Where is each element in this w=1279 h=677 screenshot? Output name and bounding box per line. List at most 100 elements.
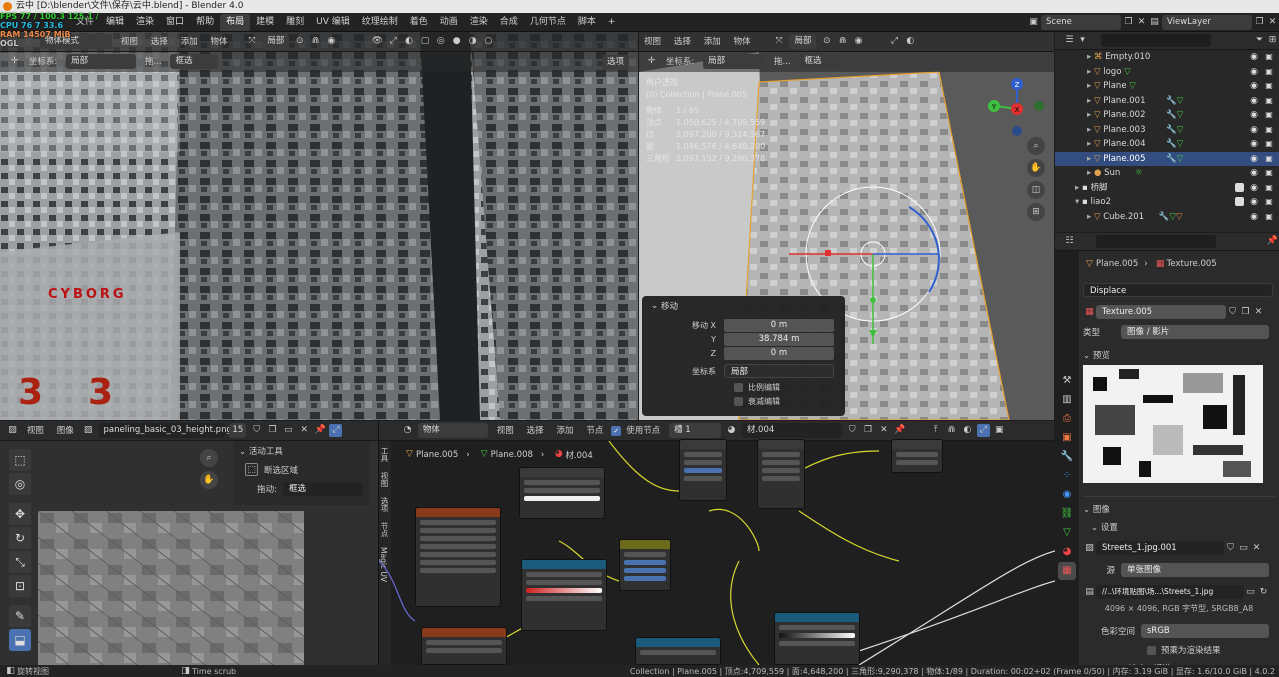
material-name-field[interactable]: 材.004	[741, 423, 842, 438]
outliner-row[interactable]: ▸ ▽ logo ▽ ◉ ▣	[1055, 65, 1279, 80]
select-box-dropdown[interactable]: 框选	[799, 54, 842, 69]
data-tab-icon[interactable]: ▽	[1058, 524, 1076, 542]
node-box[interactable]	[421, 627, 507, 665]
outliner-search[interactable]	[1101, 34, 1211, 47]
overlay-icon[interactable]: ◐	[403, 35, 416, 48]
outliner-row[interactable]: ▸ ⌘ Empty.010 ◉ ▣	[1055, 50, 1279, 65]
outliner-row[interactable]: ▸ ▽ Cube.201 🔧▽▽ ◉ ▣	[1055, 210, 1279, 225]
outliner-row[interactable]: ▸ ▽ Plane.004 🔧▽ ◉ ▣	[1055, 137, 1279, 152]
node-box[interactable]	[774, 612, 860, 665]
checkbox-box[interactable]	[734, 383, 743, 392]
menu-view[interactable]: 视图	[639, 32, 666, 51]
camera-icon[interactable]: ▣	[1264, 183, 1274, 193]
premul-checkbox[interactable]: 预乘为渲染结果	[1147, 644, 1275, 656]
tab-sculpting[interactable]: 雕刻	[280, 14, 310, 31]
fake-user-icon[interactable]: ⛉	[1224, 542, 1237, 555]
tab-rendering[interactable]: 渲染	[464, 14, 494, 31]
orient-dropdown[interactable]: 局部	[724, 364, 834, 378]
gizmo-icon[interactable]: ⤢	[976, 424, 990, 437]
viewlayer-selector[interactable]: ViewLayer	[1162, 14, 1252, 30]
tab-shading[interactable]: 着色	[404, 14, 434, 31]
transform-tool-icon[interactable]: ⊡	[9, 575, 31, 597]
close-icon[interactable]: ✕	[1135, 16, 1148, 29]
texture-name-field[interactable]: Texture.005	[1096, 305, 1226, 319]
viewport-right[interactable]: 视图 选择 添加 物体 ⤧ 局部 ⊙ ⋒ ◉ ⤢ ◐ ✛ 坐标系: 局部 拖..…	[639, 32, 1054, 420]
camera-icon[interactable]: ▣	[1264, 110, 1274, 120]
parent-node-icon[interactable]: ⤒	[929, 424, 942, 437]
outliner-row[interactable]: ▸ ▽ Plane ▽ ◉ ▣	[1055, 79, 1279, 94]
slot-dropdown[interactable]: 槽 1	[669, 423, 722, 438]
coord-dropdown[interactable]: 局部	[66, 54, 137, 69]
copy-icon[interactable]: ❐	[862, 424, 875, 437]
node-box[interactable]	[891, 439, 943, 473]
image-browse-icon[interactable]: ▨	[82, 424, 95, 437]
fake-user-icon[interactable]: ⛉	[846, 424, 859, 437]
outliner-row[interactable]: ▸ ● Sun ☼ ◉ ▣	[1055, 166, 1279, 181]
move-tool-icon[interactable]: ✥	[9, 503, 31, 525]
image-name-field[interactable]: paneling_basic_03_height.png	[98, 423, 232, 438]
snap-icon[interactable]: ⋒	[836, 35, 849, 48]
image-panel-header[interactable]: ⌄ 图像	[1083, 496, 1275, 515]
menu-help[interactable]: 帮助	[190, 13, 220, 32]
outliner-row[interactable]: ▸ ▽ Plane.002 🔧▽ ◉ ▣	[1055, 108, 1279, 123]
menu-window[interactable]: 窗口	[160, 13, 190, 32]
tab-layout[interactable]: 布局	[220, 14, 251, 31]
operator-title[interactable]: ⌄ 移动	[648, 300, 839, 313]
gizmo-icon[interactable]: ⤢	[329, 424, 343, 437]
eye-icon[interactable]: ◉	[1249, 183, 1259, 193]
menu-add[interactable]: 添加	[552, 421, 579, 440]
menu-render[interactable]: 渲染	[130, 13, 160, 32]
tab-scripting[interactable]: 脚本	[572, 14, 602, 31]
node-box[interactable]	[635, 637, 721, 665]
fake-user-icon[interactable]: ⛉	[1226, 306, 1239, 319]
tool-tab-icon[interactable]: ⚒	[1058, 372, 1076, 390]
render-tab-icon[interactable]: ▥	[1058, 391, 1076, 409]
pin-icon[interactable]: 📌	[893, 424, 906, 437]
open-image-icon[interactable]: ▭	[282, 424, 295, 437]
close-icon[interactable]: ✕	[1250, 542, 1263, 555]
filter-icon[interactable]: ⏷	[1253, 34, 1266, 47]
close-icon[interactable]: ✕	[1266, 16, 1279, 29]
overlay-icon[interactable]: ◐	[961, 424, 974, 437]
eye-icon[interactable]: ◉	[1249, 197, 1259, 207]
transform-space-dropdown[interactable]: 局部	[789, 34, 817, 49]
outliner-row[interactable]: ▸ ▽ Plane.003 🔧▽ ◉ ▣	[1055, 123, 1279, 138]
outliner-editor-icon[interactable]: ☰	[1063, 34, 1076, 47]
proportional-icon[interactable]: ◉	[852, 35, 865, 48]
filter-mode-icon[interactable]: ▾	[1076, 34, 1089, 47]
folder-icon[interactable]: ▭	[1237, 542, 1250, 555]
colorspace-dropdown[interactable]: sRGB	[1141, 624, 1269, 638]
solid-shading-icon[interactable]: ●	[450, 35, 463, 48]
visibility-icon[interactable]: 👁	[371, 35, 384, 48]
annotate-tool-icon[interactable]: ✎	[9, 605, 31, 627]
rendered-shading-icon[interactable]: ○	[482, 35, 495, 48]
cursor-tool-icon[interactable]: ◎	[9, 473, 31, 495]
close-icon[interactable]: ✕	[1252, 306, 1265, 319]
tab-geometry-nodes[interactable]: 几何节点	[524, 14, 572, 31]
prop-edit-checkbox[interactable]: 比例编辑	[734, 382, 839, 393]
pin-icon[interactable]: 📌	[1266, 235, 1279, 248]
camera-icon[interactable]: ▣	[1264, 197, 1274, 207]
scene-selector[interactable]: Scene	[1041, 14, 1121, 30]
copy-icon[interactable]: ❐	[1253, 16, 1266, 29]
xray-icon[interactable]: ▢	[418, 35, 431, 48]
camera-icon[interactable]: ▣	[1264, 52, 1274, 62]
scale-tool-icon[interactable]: ⤡	[9, 551, 31, 573]
viewport-left[interactable]: CYBORG 3 3 物体模式 视图 选择 添加 物体 ⤧ 局部 ⊙ ⋒ ◉ 👁…	[0, 32, 638, 420]
select-tool-icon[interactable]: ⬚	[9, 449, 31, 471]
backdrop-icon[interactable]: ▣	[993, 424, 1006, 437]
reload-icon[interactable]: ↻	[1257, 586, 1270, 599]
checkbox-box[interactable]	[734, 397, 743, 406]
node-editor-icon[interactable]: ◔	[401, 424, 414, 437]
menu-add[interactable]: 添加	[699, 32, 726, 51]
menu-select[interactable]: 选择	[146, 32, 173, 51]
outliner-row[interactable]: ▸ ▽ Plane.001 🔧▽ ◉ ▣	[1055, 94, 1279, 109]
node-box[interactable]	[757, 439, 805, 509]
menu-view[interactable]: 视图	[22, 421, 49, 440]
gizmo-icon[interactable]: ⤢	[387, 35, 400, 48]
eye-icon[interactable]: ◉	[1249, 212, 1259, 222]
pin-icon[interactable]: 📌	[314, 424, 327, 437]
source-dropdown[interactable]: 单张图像	[1121, 563, 1269, 577]
zoom-icon[interactable]: ⌕	[200, 449, 218, 467]
move-z-field[interactable]: 0 m	[724, 347, 834, 360]
